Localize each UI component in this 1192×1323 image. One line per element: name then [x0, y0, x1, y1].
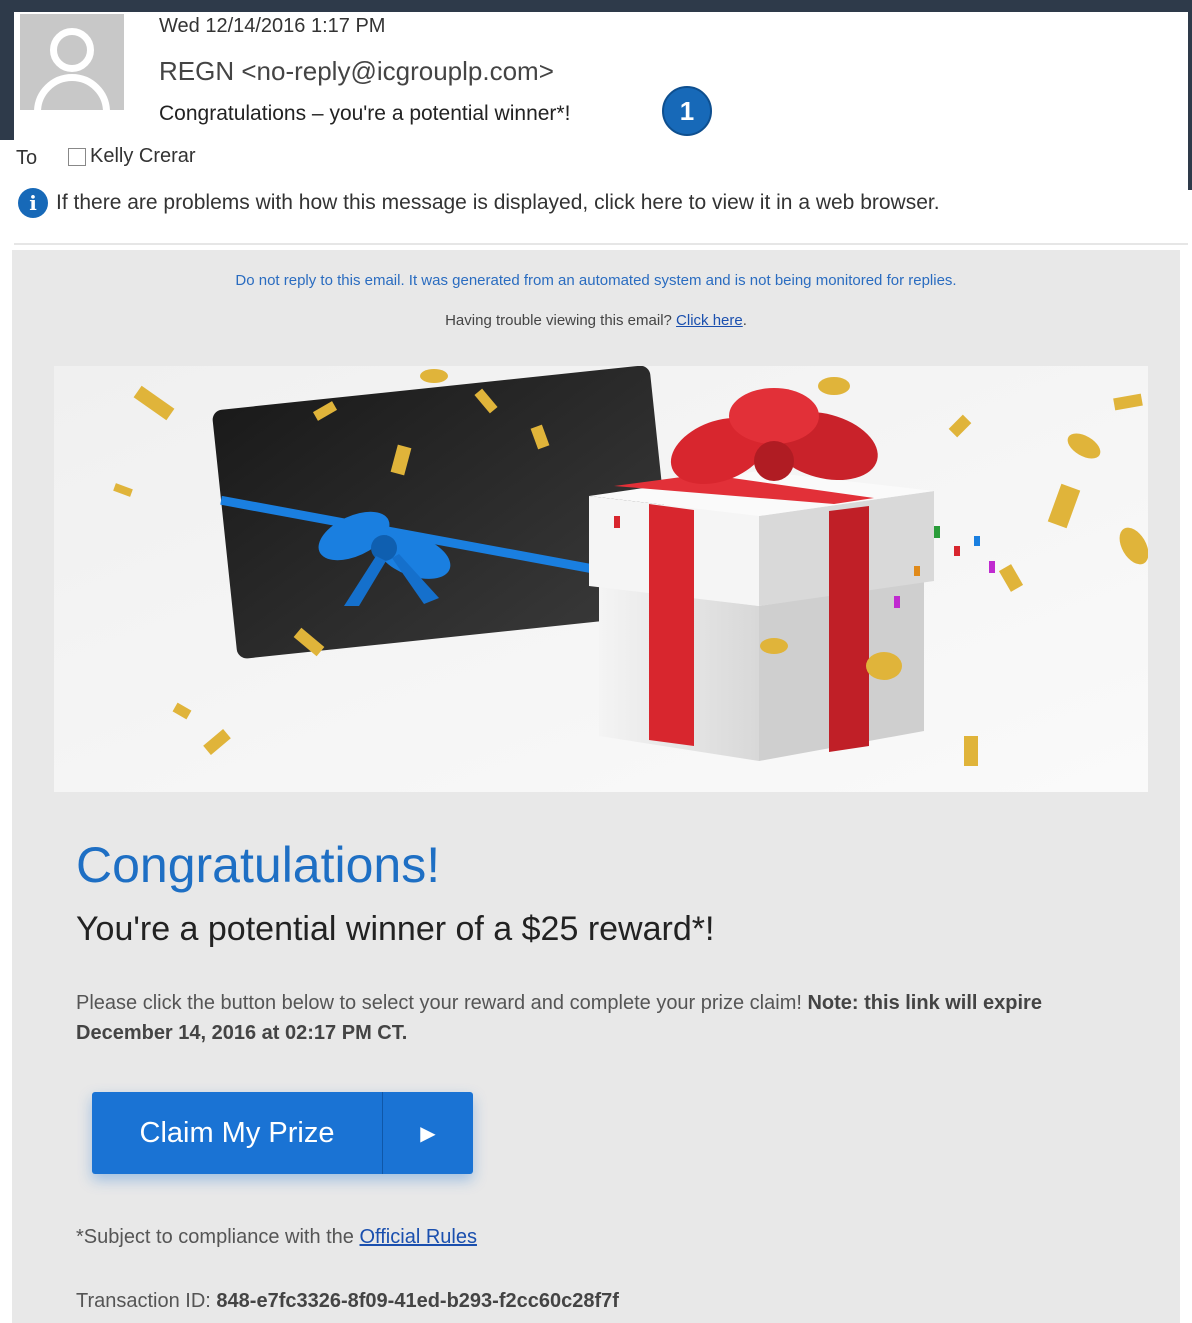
info-bar-text[interactable]: If there are problems with how this mess…	[56, 191, 940, 215]
transaction-id-label: Transaction ID:	[76, 1290, 217, 1312]
page-title: Congratulations!	[76, 837, 441, 893]
window-frame-left	[0, 0, 14, 140]
hero-image	[54, 366, 1148, 792]
info-icon: i	[18, 188, 48, 218]
transaction-id-line: Transaction ID: 848-e7fc3326-8f09-41ed-b…	[76, 1290, 619, 1313]
to-label: To	[16, 147, 38, 169]
claim-prize-label: Claim My Prize	[139, 1116, 335, 1149]
recipient-name: Kelly Crerar	[90, 145, 196, 167]
noreply-notice: Do not reply to this email. It was gener…	[235, 272, 957, 289]
page-subtitle: You're a potential winner of a $25 rewar…	[76, 910, 715, 948]
instructions-main: Please click the button below to select …	[76, 992, 808, 1014]
email-header: Wed 12/14/2016 1:17 PM REGN <no-reply@ic…	[14, 12, 1188, 192]
transaction-id-value: 848-e7fc3326-8f09-41ed-b293-f2cc60c28f7f	[216, 1290, 619, 1312]
annotation-badge: 1	[662, 86, 712, 136]
email-body: Do not reply to this email. It was gener…	[12, 250, 1180, 1323]
recipient[interactable]: Kelly Crerar	[68, 145, 196, 168]
hero-illustration	[54, 366, 1148, 792]
rules-text: *Subject to compliance with the	[76, 1226, 360, 1248]
header-divider	[14, 243, 1188, 245]
official-rules-link[interactable]: Official Rules	[360, 1226, 477, 1248]
email-subject: Congratulations – you're a potential win…	[159, 102, 571, 125]
click-here-link[interactable]: Click here	[676, 312, 743, 329]
trouble-text: Having trouble viewing this email?	[445, 312, 677, 329]
avatar-body-shape	[34, 74, 110, 110]
window-frame-top	[0, 0, 1192, 12]
rules-line: *Subject to compliance with the Official…	[76, 1226, 477, 1249]
instructions-text: Please click the button below to select …	[76, 988, 1086, 1048]
recipient-checkbox[interactable]	[68, 147, 86, 166]
avatar-head-shape	[50, 28, 94, 72]
play-arrow-icon: ▶	[420, 1122, 436, 1145]
gift-box-icon	[589, 471, 934, 761]
sender-avatar	[20, 14, 124, 110]
info-bar[interactable]: i If there are problems with how this me…	[18, 188, 940, 218]
claim-prize-button[interactable]: Claim My Prize ▶	[92, 1092, 473, 1174]
window-frame-right	[1188, 0, 1192, 190]
trouble-viewing-line: Having trouble viewing this email? Click…	[12, 312, 1180, 329]
email-sender[interactable]: REGN <no-reply@icgrouplp.com>	[159, 56, 554, 87]
email-date: Wed 12/14/2016 1:17 PM	[159, 15, 386, 37]
trouble-end: .	[742, 312, 747, 329]
